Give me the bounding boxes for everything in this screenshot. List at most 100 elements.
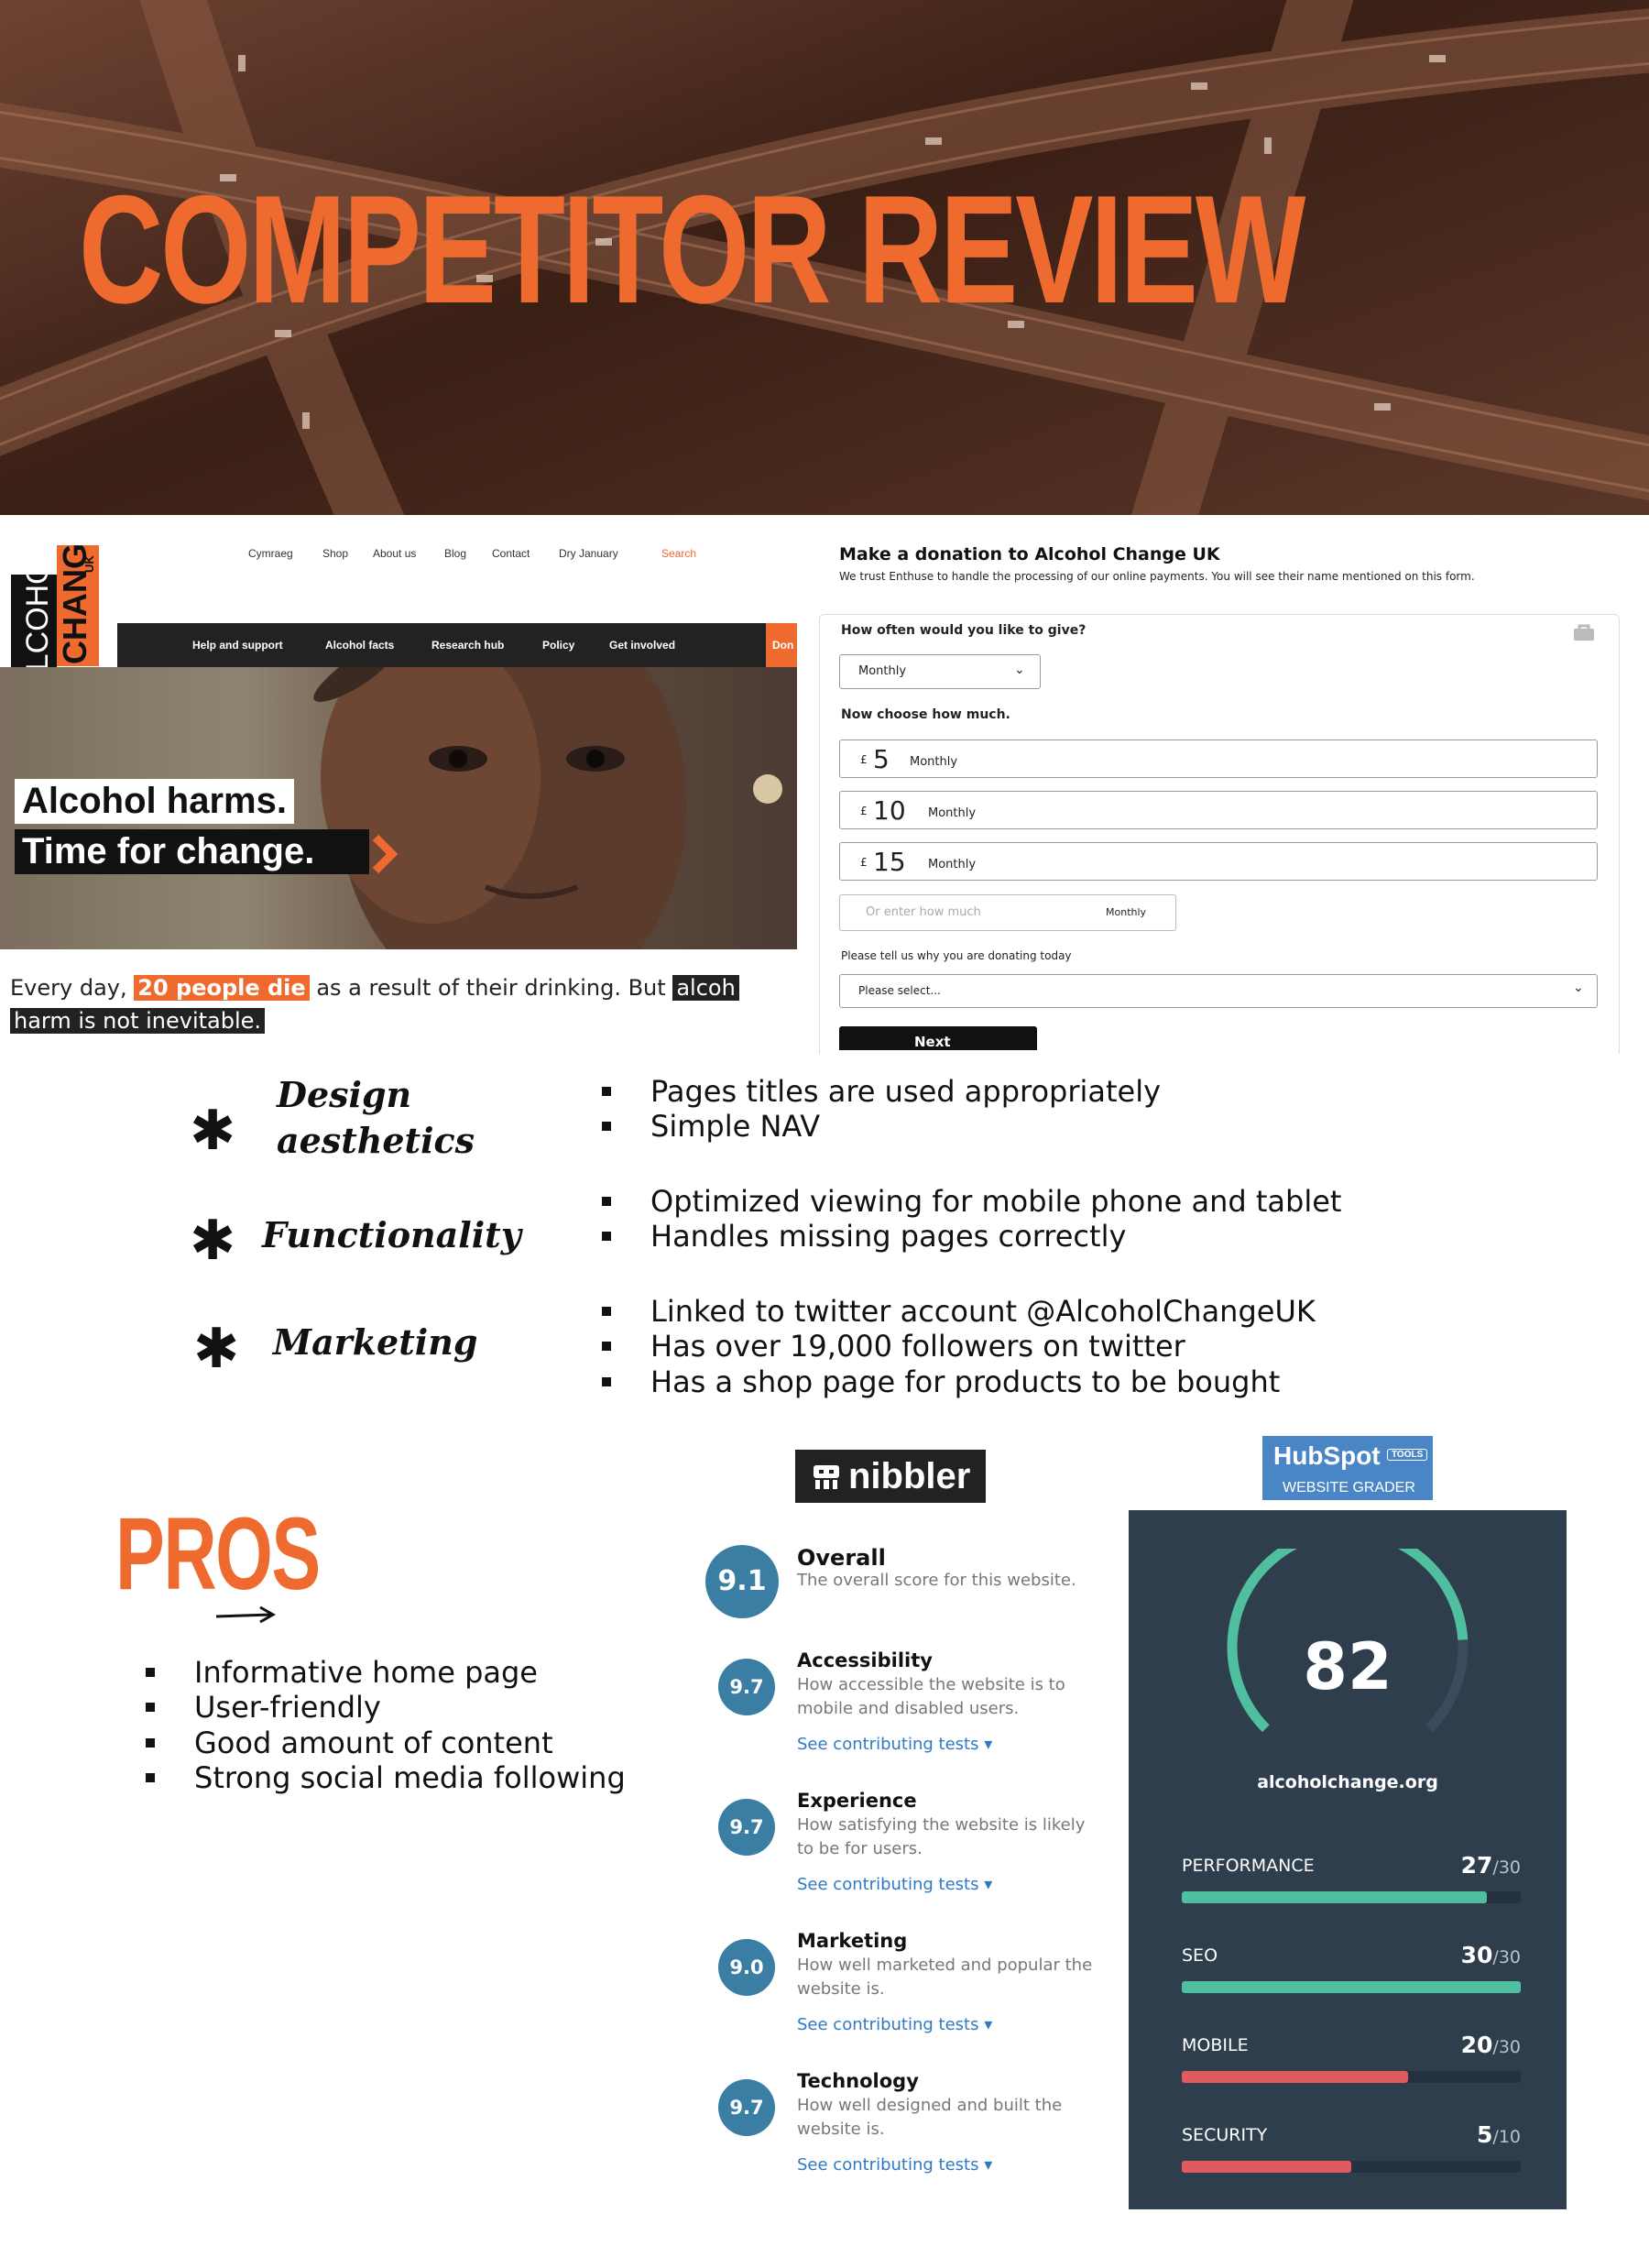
seo-label: SEO	[1182, 1945, 1218, 1966]
amount-option-15[interactable]: £ 15 Monthly	[839, 842, 1598, 881]
nav-about-us[interactable]: About us	[373, 547, 416, 560]
nav-contact[interactable]: Contact	[492, 547, 530, 560]
next-button[interactable]: Next	[839, 1026, 1037, 1050]
nibbler-logo: nibbler	[795, 1450, 986, 1503]
amount-option-5[interactable]: £ 5 Monthly	[839, 740, 1598, 778]
amount-value: 15	[873, 847, 906, 877]
frequency-value: Monthly	[858, 664, 907, 678]
tools-badge: TOOLS	[1387, 1449, 1428, 1461]
nav-policy[interactable]: Policy	[542, 639, 574, 652]
reason-value: Please select...	[858, 984, 941, 997]
criteria-point: Linked to twitter account @AlcoholChange…	[602, 1294, 1316, 1329]
nav-research-hub[interactable]: Research hub	[431, 639, 504, 652]
nav-donate-label: Don	[772, 639, 794, 652]
nav-search[interactable]: Search	[661, 547, 696, 560]
pros-item: User-friendly	[146, 1690, 381, 1725]
nav-get-involved[interactable]: Get involved	[609, 639, 675, 652]
security-score-value: 5	[1477, 2121, 1493, 2148]
nav-cymraeg[interactable]: Cymraeg	[248, 547, 293, 560]
pros-item: Strong social media following	[146, 1760, 626, 1795]
see-contributing-tests-link[interactable]: See contributing tests ▾	[797, 1735, 992, 1754]
criteria-point: Handles missing pages correctly	[601, 1219, 1127, 1254]
technology-title: Technology	[797, 2070, 919, 2092]
security-bar	[1182, 2161, 1521, 2173]
page-title: COMPETITOR REVIEW	[79, 163, 1305, 335]
frequency-select[interactable]: Monthly ⌄	[839, 654, 1041, 689]
performance-bar	[1182, 1891, 1521, 1903]
overall-desc: The overall score for this website.	[797, 1571, 1076, 1590]
headline-time-for-change-text: Time for change.	[22, 831, 315, 871]
tagline-highlight: 20 people die	[134, 975, 310, 1001]
reason-select[interactable]: Please select... ⌄	[839, 974, 1598, 1008]
nav-shop[interactable]: Shop	[322, 547, 348, 560]
donation-intro: We trust Enthuse to handle the processin…	[839, 570, 1475, 583]
donate-nav-button[interactable]: Don	[766, 623, 797, 667]
security-score: 5/10	[1411, 2121, 1521, 2148]
hubspot-website-grader-logo: HubSpot TOOLS WEBSITE GRADER	[1262, 1436, 1433, 1500]
technology-desc-line1: How well designed and built the	[797, 2096, 1063, 2115]
nibbler-robot-icon	[814, 1465, 839, 1489]
svg-text:UK: UK	[82, 555, 96, 573]
custom-amount-period: Monthly	[1106, 906, 1147, 918]
criteria-point: Has over 19,000 followers on twitter	[602, 1329, 1185, 1364]
seo-bar-fill	[1182, 1981, 1521, 1993]
seo-bar	[1182, 1981, 1521, 1993]
seo-score: 30/30	[1411, 1942, 1521, 1968]
headline-time-for-change[interactable]: Time for change.	[15, 829, 370, 874]
criteria-design: Design aesthetics	[277, 1072, 475, 1164]
criteria-design-line1: Design	[277, 1074, 412, 1115]
nav-alcohol-facts[interactable]: Alcohol facts	[325, 639, 394, 652]
performance-score-value: 27	[1460, 1852, 1493, 1879]
amount-period: Monthly	[910, 755, 958, 769]
mobile-score: 20/30	[1411, 2032, 1521, 2058]
see-contributing-tests-link[interactable]: See contributing tests ▾	[797, 2015, 992, 2034]
see-contributing-tests-link[interactable]: See contributing tests ▾	[797, 1875, 992, 1894]
amount-value: 5	[873, 744, 890, 774]
marketing-score-badge: 9.0	[718, 1939, 775, 1996]
accessibility-score-badge: 9.7	[718, 1659, 775, 1715]
accessibility-title: Accessibility	[797, 1649, 933, 1671]
frequency-label: How often would you like to give?	[841, 623, 1087, 638]
amount-option-10[interactable]: £ 10 Monthly	[839, 791, 1598, 829]
custom-amount-placeholder: Or enter how much	[866, 905, 981, 919]
nav-dry-january[interactable]: Dry January	[559, 547, 618, 560]
experience-desc-line1: How satisfying the website is likely	[797, 1815, 1086, 1835]
experience-title: Experience	[797, 1790, 917, 1812]
marketing-desc-line2: website is.	[797, 1979, 885, 1999]
lock-icon	[1574, 624, 1594, 641]
custom-amount-input[interactable]: Or enter how much Monthly	[839, 894, 1176, 931]
currency-symbol: £	[860, 753, 868, 766]
security-label: SECURITY	[1182, 2125, 1268, 2145]
seo-score-value: 30	[1460, 1942, 1493, 1968]
hubspot-logo-text: HubSpot	[1273, 1441, 1381, 1470]
hero-banner: COMPETITOR REVIEW	[0, 0, 1649, 515]
asterisk-icon: ✱	[193, 1317, 240, 1381]
criteria-point: Simple NAV	[601, 1109, 821, 1144]
nav-blog[interactable]: Blog	[444, 547, 466, 560]
technology-score-badge: 9.7	[718, 2079, 775, 2136]
criteria-marketing: Marketing	[273, 1321, 478, 1363]
amount-value: 10	[873, 795, 906, 826]
currency-symbol: £	[860, 856, 868, 869]
pros-item: Good amount of content	[146, 1726, 553, 1760]
chevron-right-icon[interactable]	[370, 834, 398, 874]
security-score-max: /10	[1492, 2127, 1521, 2147]
experience-desc-line2: to be for users.	[797, 1839, 923, 1858]
overall-score-badge: 9.1	[705, 1545, 779, 1618]
criteria-functionality: Functionality	[262, 1214, 521, 1255]
asterisk-icon: ✱	[190, 1209, 236, 1273]
chevron-down-icon: ⌄	[1573, 981, 1584, 995]
nav-help-and-support[interactable]: Help and support	[192, 639, 283, 652]
pros-title: PROS	[115, 1496, 321, 1611]
tagline-part-1: Every day,	[10, 975, 127, 1001]
performance-label: PERFORMANCE	[1182, 1856, 1315, 1876]
see-contributing-tests-link[interactable]: See contributing tests ▾	[797, 2155, 992, 2175]
accessibility-desc-line1: How accessible the website is to	[797, 1675, 1065, 1694]
tagline-part-4: harm is not inevitable.	[10, 1008, 266, 1034]
accessibility-desc-line2: mobile and disabled users.	[797, 1699, 1020, 1718]
criteria-point: Has a shop page for products to be bough…	[601, 1364, 1281, 1399]
headline-alcohol-harms: Alcohol harms.	[15, 779, 294, 824]
marketing-desc-line1: How well marketed and popular the	[797, 1956, 1093, 1975]
technology-desc-line2: website is.	[797, 2120, 885, 2139]
donation-title: Make a donation to Alcohol Change UK	[839, 544, 1220, 564]
